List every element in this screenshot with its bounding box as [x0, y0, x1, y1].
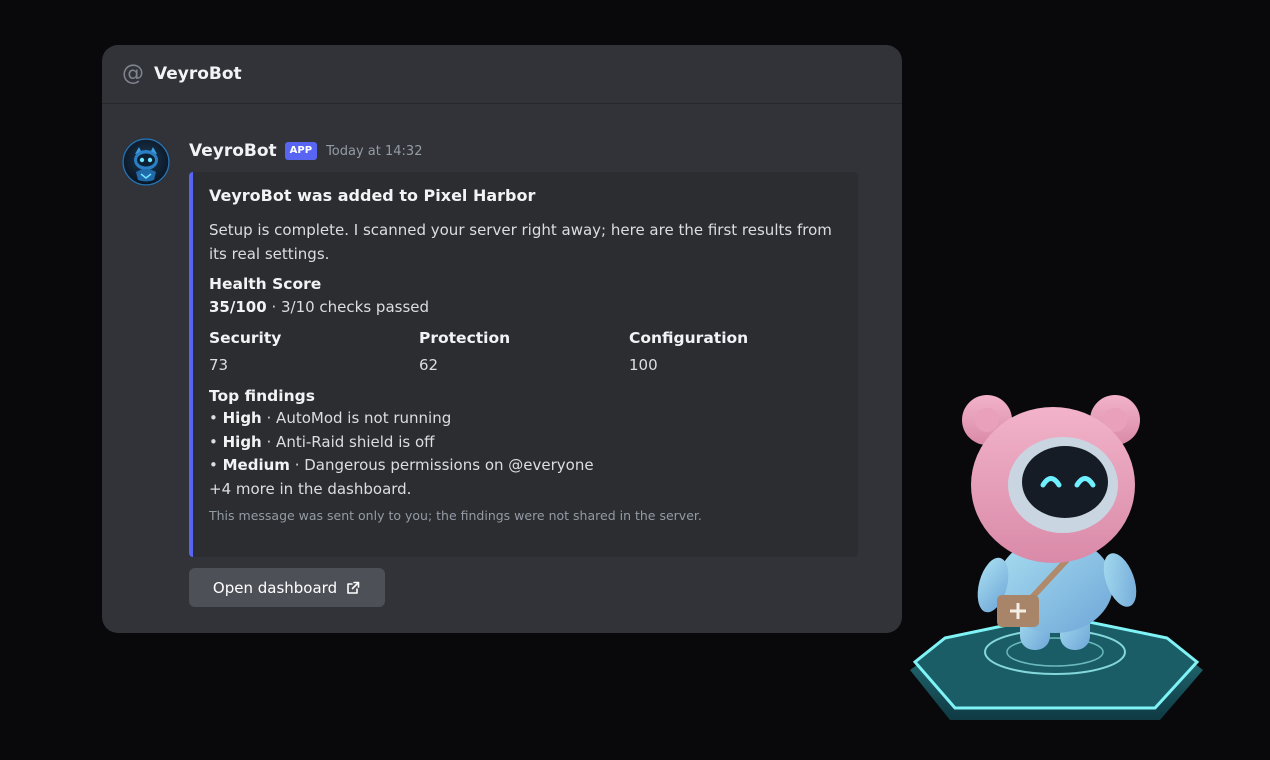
field-value: 100 — [629, 356, 658, 374]
external-link-icon — [345, 580, 361, 596]
channel-name: VeyroBot — [154, 64, 242, 84]
field-label: Security — [209, 329, 282, 347]
embed: VeyroBot was added to Pixel Harbor Setup… — [189, 172, 858, 557]
message-timestamp: Today at 14:32 — [326, 143, 423, 159]
message-header: VeyroBot APP Today at 14:32 — [189, 140, 422, 162]
open-dashboard-button[interactable]: Open dashboard — [189, 568, 385, 607]
finding-item: • High · Anti-Raid shield is off — [209, 432, 435, 451]
app-badge: APP — [284, 142, 318, 160]
field-value: 62 — [419, 356, 439, 374]
finding-severity: High — [222, 432, 262, 451]
top-findings-label: Top findings — [209, 387, 315, 405]
field-protection: Protection 62 — [419, 327, 629, 377]
top-findings-field: Top findings • High · AutoMod is not run… — [209, 385, 842, 501]
embed-description: Setup is complete. I scanned your server… — [209, 221, 832, 263]
field-label: Protection — [419, 329, 511, 347]
finding-text: · AutoMod is not running — [261, 409, 452, 427]
findings-more: +4 more in the dashboard. — [209, 479, 412, 498]
field-configuration: Configuration 100 — [629, 327, 839, 377]
robot-mascot-illustration — [905, 390, 1205, 730]
embed-title: VeyroBot was added to Pixel Harbor — [209, 186, 536, 205]
field-label: Configuration — [629, 329, 749, 347]
finding-item: • High · AutoMod is not running — [209, 409, 452, 427]
finding-severity: High — [222, 409, 262, 427]
health-score-field: Health Score 35/100 · 3/10 checks passed — [209, 273, 842, 319]
health-score-label: Health Score — [209, 275, 322, 293]
open-dashboard-label: Open dashboard — [212, 578, 338, 597]
channel-header: @ VeyroBot — [102, 45, 902, 104]
finding-severity: Medium — [222, 456, 290, 474]
bot-avatar[interactable] — [122, 138, 170, 186]
at-icon: @ — [122, 61, 144, 86]
author-name[interactable]: VeyroBot — [189, 141, 277, 161]
field-value: 73 — [209, 356, 229, 374]
finding-text: · Dangerous permissions on @everyone — [289, 456, 594, 474]
message-card: @ VeyroBot VeyroBot APP Today at 14:32 V… — [102, 45, 902, 633]
finding-text: · Anti-Raid shield is off — [261, 432, 435, 451]
robot-avatar-icon — [122, 138, 170, 186]
score-fields: Security 73 Protection 62 Configuration … — [209, 327, 842, 377]
field-security: Security 73 — [209, 327, 419, 377]
health-score-number: 35/100 — [209, 298, 267, 316]
health-score-detail: · 3/10 checks passed — [266, 298, 430, 316]
finding-item: • Medium · Dangerous permissions on @eve… — [209, 456, 594, 474]
embed-footer: This message was sent only to you; the f… — [209, 508, 702, 523]
health-score-value: 35/100 · 3/10 checks passed — [209, 295, 842, 319]
robot-mascot-icon — [910, 395, 1203, 720]
